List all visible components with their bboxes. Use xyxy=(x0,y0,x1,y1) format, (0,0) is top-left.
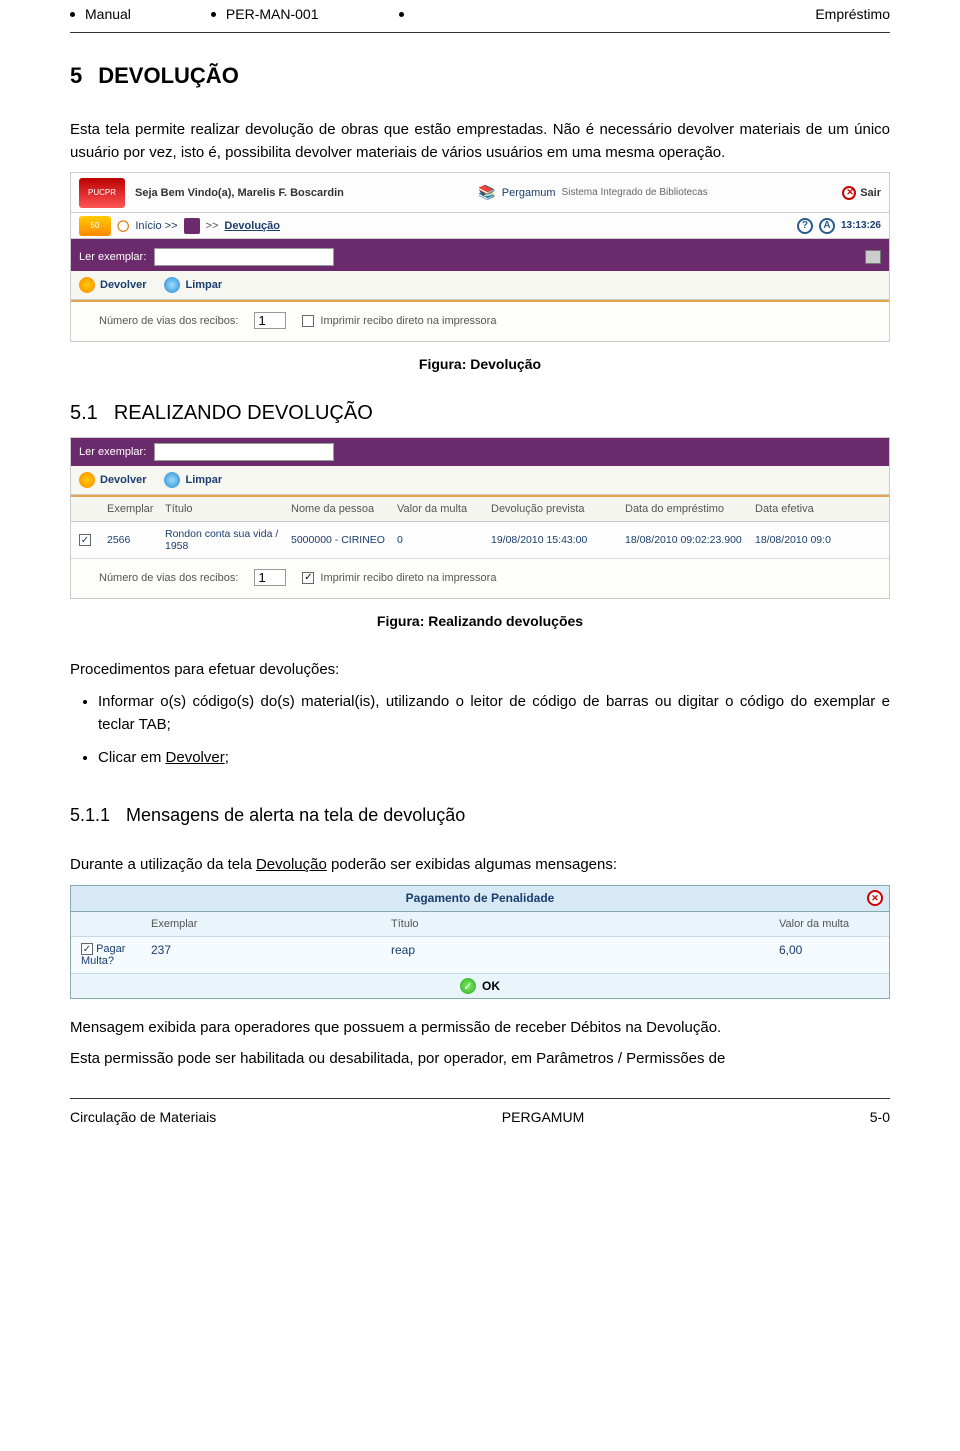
welcome-text: Seja Bem Vindo(a), Marelis F. Boscardin xyxy=(135,187,344,199)
anniversary-logo: 50 xyxy=(79,216,111,236)
pagar-multa-label: ✓ Pagar Multa? xyxy=(71,937,141,974)
page-footer: Circulação de Materiais PERGAMUM 5-0 xyxy=(70,1098,890,1125)
footer-left: Circulação de Materiais xyxy=(70,1109,216,1125)
breadcrumb: 50 ◯ Início >> >> Devolução ? A 13:13:26 xyxy=(71,213,889,239)
help-icon[interactable]: ? xyxy=(797,218,813,234)
list-item: Informar o(s) código(s) do(s) material(i… xyxy=(98,690,890,737)
close-icon xyxy=(842,186,856,200)
ok-button[interactable]: OK xyxy=(482,979,500,993)
breadcrumb-current[interactable]: Devolução xyxy=(224,220,280,232)
table-header: Exemplar Título Nome da pessoa Valor da … xyxy=(71,497,889,522)
pucpr-logo: PUCPR xyxy=(79,178,125,208)
figure-devolucao: PUCPR Seja Bem Vindo(a), Marelis F. Bosc… xyxy=(70,172,890,342)
imprimir-checkbox-2[interactable]: ✓Imprimir recibo direto na impressora xyxy=(302,572,496,584)
divider xyxy=(70,32,890,33)
clock-time: 13:13:26 xyxy=(841,220,881,231)
figure1-caption: Figura: Devolução xyxy=(70,356,890,372)
list-item: Clicar em Devolver; xyxy=(98,746,890,769)
ler-exemplar-input[interactable] xyxy=(154,248,334,266)
ler-exemplar-bar: Ler exemplar: xyxy=(71,243,889,271)
hdr-left: Manual xyxy=(85,6,131,22)
procedures-list: Informar o(s) código(s) do(s) material(i… xyxy=(98,690,890,770)
system-label: Sistema Integrado de Bibliotecas xyxy=(562,187,708,198)
return-icon xyxy=(79,472,95,488)
after-modal-2: Esta permissão pode ser habilitada ou de… xyxy=(70,1048,890,1071)
return-icon xyxy=(79,277,95,293)
limpar-button-2[interactable]: Limpar xyxy=(164,472,222,488)
ler-exemplar-input-2[interactable] xyxy=(154,443,334,461)
devolver-button-2[interactable]: Devolver xyxy=(79,472,146,488)
section-5-heading: 5DEVOLUÇÃO xyxy=(70,63,890,89)
breadcrumb-home[interactable]: Início >> xyxy=(135,220,177,232)
vias-input-2[interactable] xyxy=(254,569,286,586)
table-row[interactable]: ✓ 2566 Rondon conta sua vida / 1958 5000… xyxy=(71,522,889,559)
figure2-caption: Figura: Realizando devoluções xyxy=(70,613,890,629)
close-icon[interactable]: ✕ xyxy=(867,890,883,906)
clear-icon xyxy=(164,277,180,293)
messages-intro: Durante a utilização da tela Devolução p… xyxy=(70,854,890,877)
exit-button[interactable]: Sair xyxy=(842,186,881,200)
scroll-handle[interactable] xyxy=(865,250,881,264)
devolver-button[interactable]: Devolver xyxy=(79,277,146,293)
row-checkbox[interactable]: ✓ xyxy=(79,534,91,546)
footer-center: PERGAMUM xyxy=(502,1109,584,1125)
vias-label: Número de vias dos recibos: xyxy=(99,315,238,327)
procedures-lead: Procedimentos para efetuar devoluções: xyxy=(70,659,890,682)
hdr-center: PER-MAN-001 xyxy=(226,6,319,22)
clear-icon xyxy=(164,472,180,488)
vias-input[interactable] xyxy=(254,312,286,329)
section-5-1-1-heading: 5.1.1Mensagens de alerta na tela de devo… xyxy=(70,805,890,826)
check-icon: ✓ xyxy=(460,978,476,994)
limpar-button[interactable]: Limpar xyxy=(164,277,222,293)
assist-icon[interactable]: A xyxy=(819,218,835,234)
figure-realizando: Ler exemplar: Devolver Limpar Exemplar T… xyxy=(70,437,890,599)
penalty-modal: Pagamento de Penalidade ✕ Exemplar Títul… xyxy=(70,885,890,1000)
after-modal-1: Mensagem exibida para operadores que pos… xyxy=(70,1017,890,1040)
pergamum-label: Pergamum xyxy=(502,187,556,199)
hdr-right: Empréstimo xyxy=(815,6,890,22)
pagar-checkbox[interactable]: ✓ xyxy=(81,943,93,955)
section-5-1-heading: 5.1REALIZANDO DEVOLUÇÃO xyxy=(70,402,890,425)
modal-title: Pagamento de Penalidade xyxy=(406,891,555,905)
page-header: Manual PER-MAN-001 Empréstimo xyxy=(70,0,890,28)
imprimir-checkbox[interactable]: Imprimir recibo direto na impressora xyxy=(302,315,496,327)
intro-paragraph: Esta tela permite realizar devolução de … xyxy=(70,119,890,164)
footer-right: 5-0 xyxy=(870,1109,890,1125)
